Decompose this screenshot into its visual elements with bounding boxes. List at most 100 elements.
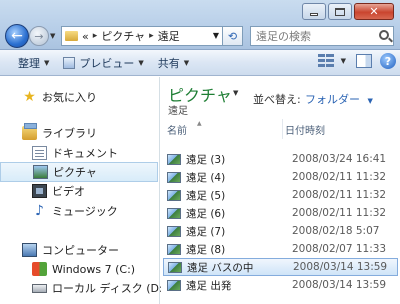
refresh-icon: ⟲: [227, 29, 238, 43]
sidebar-item-label: ライブラリ: [42, 127, 97, 140]
file-name: 遠足 (7): [186, 225, 226, 238]
windows-drive-icon: [32, 262, 47, 276]
sidebar-item-label: コンピューター: [42, 244, 119, 257]
list-item-selected[interactable]: 遠足 バスの中 2008/03/14 13:59: [163, 258, 398, 276]
organize-button[interactable]: 整理 ▼: [0, 52, 56, 74]
arrange-by-label: 並べ替え:: [253, 93, 301, 106]
minimize-button[interactable]: [302, 3, 326, 20]
search-icon: [379, 30, 389, 40]
file-date: 2008/03/14 13:59: [292, 279, 387, 291]
back-button[interactable]: ←: [5, 24, 29, 48]
sidebar-item-pictures[interactable]: ピクチャ: [0, 162, 158, 182]
refresh-button[interactable]: ⟲: [223, 26, 243, 46]
column-header-label: 日付時刻: [285, 125, 325, 137]
address-overflow[interactable]: «: [82, 30, 89, 43]
image-file-icon: [167, 243, 181, 255]
arrange-by-dropdown[interactable]: フォルダー ▼: [305, 91, 373, 107]
column-header-name[interactable]: ▲ 名前: [161, 119, 283, 139]
close-icon: ✕: [369, 5, 379, 18]
file-date: 2008/02/07 11:33: [292, 243, 387, 255]
sidebar-item-documents[interactable]: ドキュメント: [0, 143, 158, 163]
preview-label: プレビュー: [79, 56, 135, 70]
image-file-icon: [167, 189, 181, 201]
column-header-date[interactable]: 日付時刻: [285, 119, 400, 139]
chevron-down-icon: ▼: [138, 58, 144, 67]
sidebar-item-favorites[interactable]: ★ お気に入り: [0, 87, 158, 107]
library-icon: [22, 123, 37, 140]
list-item[interactable]: 遠足 (7) 2008/02/18 5:07: [163, 222, 398, 240]
sidebar-item-label: ビデオ: [52, 185, 85, 198]
sidebar-item-libraries[interactable]: ライブラリ: [0, 123, 158, 143]
music-note-icon: ♪: [35, 203, 44, 219]
navigation-pane: ★ お気に入り ライブラリ ドキュメント ピクチャ ビデオ ♪ ミュージック コ…: [0, 77, 167, 304]
file-name: 遠足 (5): [186, 189, 226, 202]
maximize-button[interactable]: [328, 3, 352, 20]
change-view-icon[interactable]: [317, 54, 334, 68]
file-name: 遠足 出発: [186, 279, 232, 292]
maximize-icon: [335, 7, 345, 16]
list-item[interactable]: 遠足 (8) 2008/02/07 11:33: [163, 240, 398, 258]
image-file-icon: [168, 261, 182, 273]
forward-arrow-icon: →: [34, 29, 44, 43]
image-file-icon: [167, 207, 181, 219]
chevron-down-icon: ▼: [44, 58, 50, 67]
chevron-right-icon[interactable]: ▸: [93, 31, 98, 41]
chevron-down-icon: ▼: [183, 58, 190, 67]
organize-label: 整理: [18, 56, 40, 70]
chevron-right-icon[interactable]: ▸: [149, 31, 154, 41]
file-list-pane: ピクチャ ▼ 遠足 並べ替え: フォルダー ▼ ▲ 名前 日付時刻 遠足 (3)…: [161, 77, 400, 304]
list-item[interactable]: 遠足 (4) 2008/02/11 11:32: [163, 168, 398, 186]
sidebar-item-label: ドキュメント: [52, 147, 118, 160]
sidebar-item-label: ローカル ディスク (D:): [52, 282, 167, 295]
sidebar-item-drive-d[interactable]: ローカル ディスク (D:): [0, 278, 167, 298]
list-item[interactable]: 遠足 出発 2008/03/14 13:59: [163, 276, 398, 294]
chevron-down-icon[interactable]: ▼: [213, 31, 219, 40]
image-file-icon: [167, 171, 181, 183]
arrange-by-value: フォルダー: [305, 93, 360, 106]
preview-pane-icon[interactable]: [356, 54, 372, 68]
window-frame: ✕ ← → ▼ « ▸ ピクチャ ▸ 遠足 ▼ ⟲ 遠足の検索: [0, 0, 400, 50]
toolbar-right: ▼ ?: [317, 53, 396, 69]
image-file-icon: [167, 153, 181, 165]
address-bar[interactable]: « ▸ ピクチャ ▸ 遠足 ▼: [61, 26, 223, 46]
file-name: 遠足 (6): [186, 207, 226, 220]
close-button[interactable]: ✕: [354, 3, 394, 20]
file-date: 2008/02/11 11:32: [292, 189, 387, 201]
chevron-down-icon[interactable]: ▼: [341, 57, 346, 65]
sidebar-item-music[interactable]: ♪ ミュージック: [0, 201, 158, 221]
image-file-icon: [167, 279, 181, 291]
file-date: 2008/02/18 5:07: [292, 225, 380, 237]
chevron-down-icon: ▼: [367, 97, 373, 105]
list-item[interactable]: 遠足 (6) 2008/02/11 11:32: [163, 204, 398, 222]
document-icon: [32, 146, 47, 160]
sidebar-item-computer[interactable]: コンピューター: [0, 240, 158, 260]
pictures-icon: [33, 165, 48, 179]
folder-icon: [65, 31, 78, 41]
disk-drive-icon: [32, 283, 47, 293]
sidebar-item-drive-c[interactable]: Windows 7 (C:): [0, 259, 158, 279]
sidebar-item-label: Windows 7 (C:): [52, 262, 136, 276]
file-date: 2008/03/14 13:59: [293, 261, 388, 273]
list-item[interactable]: 遠足 (5) 2008/02/11 11:32: [163, 186, 398, 204]
computer-icon: [22, 243, 37, 257]
file-name: 遠足 (4): [186, 171, 226, 184]
sort-indicator-icon: ▲: [197, 120, 202, 127]
breadcrumb-ensoku[interactable]: 遠足: [158, 28, 180, 44]
window-controls: ✕: [300, 3, 394, 20]
sidebar-item-label: お気に入り: [42, 91, 97, 104]
command-bar: 整理 ▼ プレビュー ▼ 共有 ▼ ▼ ?: [0, 50, 400, 76]
search-input[interactable]: 遠足の検索: [250, 26, 394, 46]
sidebar-item-label: ミュージック: [52, 205, 118, 218]
help-icon[interactable]: ?: [380, 53, 396, 69]
share-button[interactable]: 共有 ▼: [151, 52, 196, 74]
minimize-icon: [310, 13, 318, 16]
list-item[interactable]: 遠足 (3) 2008/03/24 16:41: [163, 150, 398, 168]
preview-button[interactable]: プレビュー ▼: [56, 52, 150, 74]
search-placeholder: 遠足の検索: [256, 30, 311, 43]
chevron-down-icon[interactable]: ▼: [233, 89, 238, 97]
video-icon: [32, 184, 47, 198]
forward-button[interactable]: →: [29, 26, 49, 46]
sidebar-item-videos[interactable]: ビデオ: [0, 181, 158, 201]
breadcrumb-pictures[interactable]: ピクチャ: [101, 28, 145, 44]
recent-pages-dropdown[interactable]: ▼: [50, 32, 55, 40]
